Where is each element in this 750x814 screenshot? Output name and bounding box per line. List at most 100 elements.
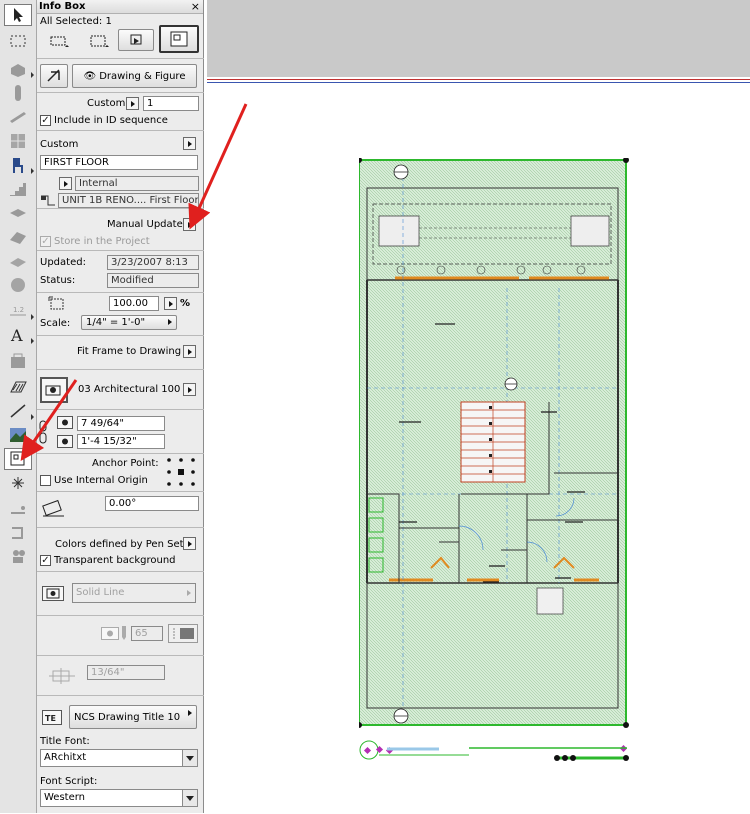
- window-tool-icon[interactable]: [4, 130, 32, 152]
- width-field[interactable]: 7 49/64": [77, 416, 165, 431]
- frame-offset-field[interactable]: 13/64": [87, 665, 165, 680]
- settings-dialog-button[interactable]: [159, 25, 199, 53]
- layer-icon[interactable]: [40, 377, 68, 403]
- height-field[interactable]: 1'-4 15/32": [77, 434, 165, 449]
- pen-color-swatch[interactable]: [168, 624, 198, 643]
- stair-tool-icon[interactable]: [4, 178, 32, 200]
- width-icon: [57, 416, 73, 429]
- dimension-tool-icon[interactable]: 1.2: [4, 300, 34, 322]
- source-type-field[interactable]: Internal: [75, 176, 199, 191]
- id-field[interactable]: 1: [143, 96, 199, 111]
- fit-frame-arrow-icon[interactable]: [183, 345, 196, 358]
- camera-tool-icon[interactable]: [4, 546, 32, 568]
- display-mode-button[interactable]: 👁 Drawing & Figure: [72, 64, 197, 88]
- column-tool-icon[interactable]: [4, 82, 32, 104]
- name-field[interactable]: FIRST FLOOR: [40, 155, 198, 170]
- detail-tool-icon[interactable]: [4, 522, 32, 544]
- font-script-dropdown-icon: [182, 790, 197, 806]
- selection-count: All Selected: 1: [40, 16, 112, 27]
- selection-section: All Selected: 1: [37, 15, 204, 59]
- favorites-icon[interactable]: [40, 64, 68, 88]
- scale-value: 1/4" = 1'-0": [86, 317, 146, 328]
- close-icon[interactable]: ×: [191, 0, 200, 14]
- pen-layer-icon: [101, 627, 119, 640]
- scale-percent-arrow-icon[interactable]: [164, 297, 177, 310]
- internal-origin-checkbox[interactable]: [40, 475, 51, 486]
- store-in-project-checkbox[interactable]: ✓: [40, 236, 51, 247]
- include-id-label: Include in ID sequence: [54, 115, 168, 126]
- percent-sign: %: [180, 298, 191, 309]
- colors-label: Colors defined by Pen Set: [55, 539, 184, 550]
- svg-text:TE: TE: [45, 714, 56, 723]
- font-script-label: Font Script:: [40, 776, 98, 787]
- scale-dropdown[interactable]: 1/4" = 1'-0": [81, 315, 177, 330]
- source-view-field[interactable]: UNIT 1B RENO.... First Floor: [58, 193, 199, 208]
- resize-icon: [47, 295, 67, 311]
- title-font-value: ARchitxt: [44, 752, 87, 763]
- update-mode-label: Manual Update: [107, 219, 183, 230]
- rotate-marquee-icon[interactable]: [118, 29, 154, 51]
- name-mode-label: Custom: [40, 139, 79, 150]
- name-mode-arrow-icon[interactable]: [183, 137, 196, 150]
- layer-arrow-icon[interactable]: [183, 383, 196, 396]
- roof-tool-icon[interactable]: [4, 226, 32, 248]
- frame-layer-icon: [42, 586, 64, 601]
- height-icon: [57, 435, 73, 448]
- marquee-method-icon[interactable]: [89, 33, 111, 49]
- mesh-tool-icon[interactable]: [4, 250, 32, 272]
- slab-tool-icon[interactable]: [4, 202, 32, 224]
- frame-offset-section: 13/64": [37, 656, 204, 696]
- internal-origin-label: Use Internal Origin: [54, 475, 148, 486]
- colors-arrow-icon[interactable]: [183, 537, 196, 550]
- font-script-select[interactable]: Western: [40, 789, 198, 807]
- title-type-button[interactable]: NCS Drawing Title 10: [69, 705, 197, 729]
- anchor-section: Anchor Point: Use Internal Origin: [37, 454, 204, 492]
- zone-tool-icon[interactable]: [4, 274, 32, 296]
- arrow-tool-icon[interactable]: [4, 4, 32, 26]
- svg-text:1.2: 1.2: [13, 306, 24, 314]
- figure-tool-icon[interactable]: [4, 424, 32, 446]
- store-in-project-label: Store in the Project: [54, 236, 150, 247]
- drawing-tool-icon[interactable]: [4, 448, 32, 470]
- anchor-point-grid[interactable]: [165, 457, 197, 487]
- scale-percent-field[interactable]: 100.00: [109, 296, 159, 311]
- include-id-checkbox[interactable]: ✓: [40, 115, 51, 126]
- scale-arrow-icon: [168, 319, 172, 325]
- title-font-label: Title Font:: [40, 736, 90, 747]
- pen-section: 65: [37, 616, 204, 656]
- layout-canvas[interactable]: [207, 0, 750, 813]
- line-tool-icon[interactable]: [4, 400, 34, 422]
- update-mode-arrow-icon[interactable]: [183, 218, 196, 231]
- hotspot-tool-icon[interactable]: [4, 472, 32, 494]
- line-type-arrow-icon: [187, 590, 191, 596]
- marquee-tool-icon[interactable]: [4, 30, 32, 52]
- label-tool-icon[interactable]: [4, 350, 32, 372]
- info-box-titlebar: Info Box ×: [37, 0, 203, 14]
- title-font-select[interactable]: ARchitxt: [40, 749, 198, 767]
- status-value: Modified: [107, 273, 199, 288]
- wall-tool-icon[interactable]: [4, 58, 34, 80]
- colors-section: Colors defined by Pen Set ✓ Transparent …: [37, 528, 204, 572]
- angle-field[interactable]: 0.00°: [105, 496, 199, 511]
- update-section: Manual Update ✓ Store in the Project: [37, 209, 204, 251]
- section-tool-icon[interactable]: [4, 498, 32, 520]
- floor-plan-drawing[interactable]: [359, 158, 631, 770]
- fill-tool-icon[interactable]: [4, 376, 32, 398]
- transparent-background-checkbox[interactable]: ✓: [40, 555, 51, 566]
- title-font-dropdown-icon: [182, 750, 197, 766]
- anchor-point-label: Anchor Point:: [92, 458, 159, 469]
- chain-link-icon[interactable]: [39, 420, 47, 444]
- object-tool-icon[interactable]: [4, 154, 34, 176]
- source-type-arrow-icon[interactable]: [59, 177, 72, 190]
- status-section: Updated: 3/23/2007 8:13 Status: Modified: [37, 251, 204, 293]
- size-section: 7 49/64" 1'-4 15/32": [37, 410, 204, 454]
- beam-tool-icon[interactable]: [4, 106, 32, 128]
- svg-text:A: A: [10, 326, 23, 344]
- id-mode-arrow-icon[interactable]: [126, 97, 139, 110]
- canvas-header-band: [207, 0, 750, 77]
- line-type-field[interactable]: Solid Line: [72, 583, 196, 603]
- pen-number-field[interactable]: 65: [131, 626, 163, 641]
- text-tool-icon[interactable]: A: [4, 324, 34, 346]
- select-method-icon[interactable]: [49, 33, 71, 49]
- title-type-arrow-icon: [188, 710, 192, 716]
